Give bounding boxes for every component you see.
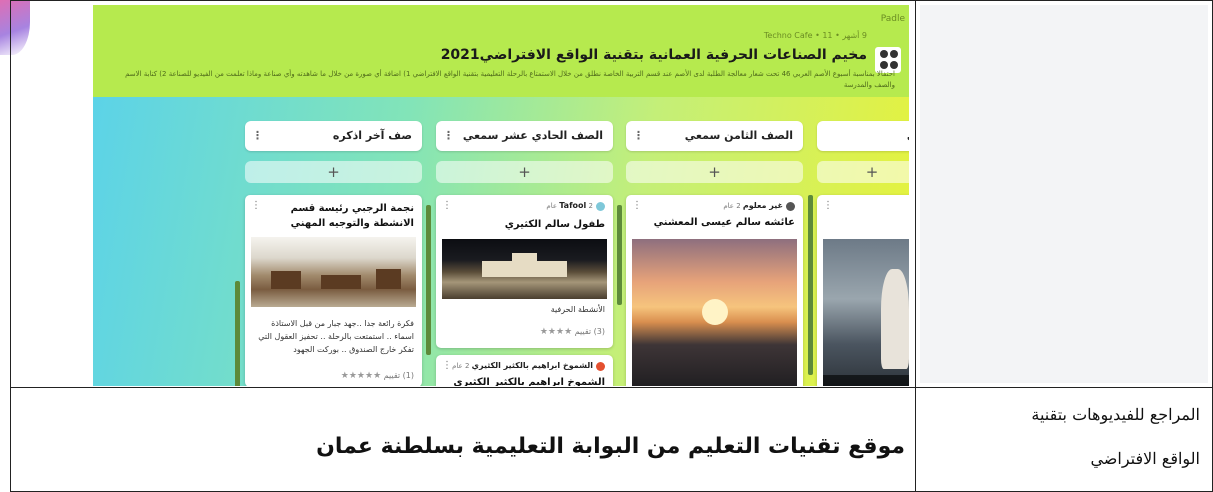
add-post-button[interactable]: + (245, 161, 422, 183)
avatar (596, 361, 605, 371)
column-title: ي (907, 129, 909, 142)
post-body: الأنشطة الحرفية (550, 305, 605, 314)
rating-count: (1) تقييم (383, 371, 414, 380)
more-icon[interactable]: ⋮ (442, 200, 452, 211)
post-image[interactable] (251, 237, 416, 307)
padlet-meta: 9 أشهر • 11 • Techno Cafe (763, 31, 867, 40)
post-image[interactable] (442, 239, 607, 299)
scroll-edge (426, 205, 431, 355)
table-cell-empty (915, 0, 1213, 387)
post-author: Tafool 2 عام (546, 201, 605, 211)
more-icon[interactable]: ⋮ (823, 200, 833, 211)
avatar (786, 201, 795, 211)
rating-count: (3) تقييم (574, 327, 605, 336)
column-title: الصف الثامن سمعي (684, 129, 793, 142)
post-card[interactable]: ⋮ الشموخ ابراهيم بالكثير الكثيري 2 عام ا… (436, 355, 613, 386)
add-post-button[interactable]: + (626, 161, 803, 183)
table-cell-title: موقع تقنيات التعليم من البوابة التعليمية… (10, 387, 915, 492)
post-author: الشموخ ابراهيم بالكثير الكثيري 2 عام (452, 361, 605, 371)
table-cell-screenshot: Padle 9 أشهر • 11 • Techno Cafe مخيم الص… (10, 0, 915, 387)
label-line: الواقع الافتراضي (1090, 449, 1200, 468)
post-card[interactable]: ⋮ نجمة الرجبي رئيسة قسم الانشطة والتوجيه… (245, 195, 422, 386)
avatar (596, 201, 605, 211)
video-controls[interactable] (823, 375, 909, 386)
column-title: الصف الحادي عشر سمعي (462, 129, 603, 142)
column-header[interactable]: الصف الحادي عشر سمعي ⋮ (436, 121, 613, 151)
more-icon[interactable]: ⋮ (443, 129, 454, 142)
rating-stars-icon[interactable]: ★★★★★ (341, 371, 381, 381)
column-header[interactable]: صف آخر اذكره ⋮ (245, 121, 422, 151)
more-icon[interactable]: ⋮ (633, 129, 644, 142)
padlet-brand[interactable]: Padle (881, 14, 905, 24)
post-rating[interactable]: (1) تقييم ★★★★★ (341, 371, 414, 381)
post-card[interactable]: ⋮ Tafool 2 عام طفول سالم الكثيري الأنشطة… (436, 195, 613, 348)
column-header[interactable]: ي (817, 121, 909, 151)
post-title: نجمة الرجبي رئيسة قسم الانشطة والتوجيه ا… (290, 203, 414, 229)
page-title: موقع تقنيات التعليم من البوابة التعليمية… (316, 434, 905, 459)
more-icon[interactable]: ⋮ (442, 360, 452, 371)
post-body: فكرة رائعة جدا ..جهد جبار من قبل الاستاذ… (258, 319, 414, 354)
post-rating[interactable]: (3) تقييم ★★★★ (540, 327, 605, 337)
add-post-button[interactable]: + (817, 161, 909, 183)
padlet-title: مخيم الصناعات الحرفية العمانية بتقنية ال… (440, 47, 867, 63)
column-header[interactable]: الصف الثامن سمعي ⋮ (626, 121, 803, 151)
post-card[interactable]: ⋮ غير معلوم 2 عام عائشه سالم عيسى المعشن… (626, 195, 803, 386)
column-title: صف آخر اذكره (332, 129, 412, 142)
rating-stars-icon[interactable]: ★★★★ (540, 327, 572, 337)
author-name: Tafool (559, 201, 587, 210)
more-icon[interactable]: ⋮ (632, 200, 642, 211)
post-title: عائشه سالم عيسى المعشني (653, 217, 795, 228)
scroll-edge (617, 205, 622, 305)
padlet-header: Padle 9 أشهر • 11 • Techno Cafe مخيم الص… (93, 5, 909, 97)
post-age: 2 عام (723, 202, 741, 210)
scroll-edge (235, 281, 240, 386)
post-video[interactable] (823, 239, 909, 386)
padlet-description: احتفالا بمناسبة أسبوع الأصم العربي 46 تح… (125, 70, 895, 89)
more-icon[interactable]: ⋮ (252, 129, 263, 142)
table-cell-label: المراجع للفيديوهات بتقنية الواقع الافترا… (915, 387, 1213, 492)
add-post-button[interactable]: + (436, 161, 613, 183)
post-image[interactable] (632, 239, 797, 386)
post-age: 2 عام (452, 362, 470, 370)
document-table: Padle 9 أشهر • 11 • Techno Cafe مخيم الص… (10, 0, 1213, 492)
label-line: المراجع للفيديوهات بتقنية (1031, 405, 1200, 424)
post-author: غير معلوم 2 عام (723, 201, 795, 211)
padlet-screenshot: Padle 9 أشهر • 11 • Techno Cafe مخيم الص… (93, 5, 909, 386)
post-title: الشموخ ابراهيم بالكثير الكثيري (453, 377, 605, 386)
post-card[interactable]: ⋮ (817, 195, 909, 386)
post-title: طفول سالم الكثيري (504, 219, 605, 230)
author-name: الشموخ ابراهيم بالكثير الكثيري (471, 361, 593, 370)
image-placeholder (920, 5, 1208, 383)
author-name: غير معلوم (742, 201, 783, 210)
scroll-edge (808, 195, 813, 375)
